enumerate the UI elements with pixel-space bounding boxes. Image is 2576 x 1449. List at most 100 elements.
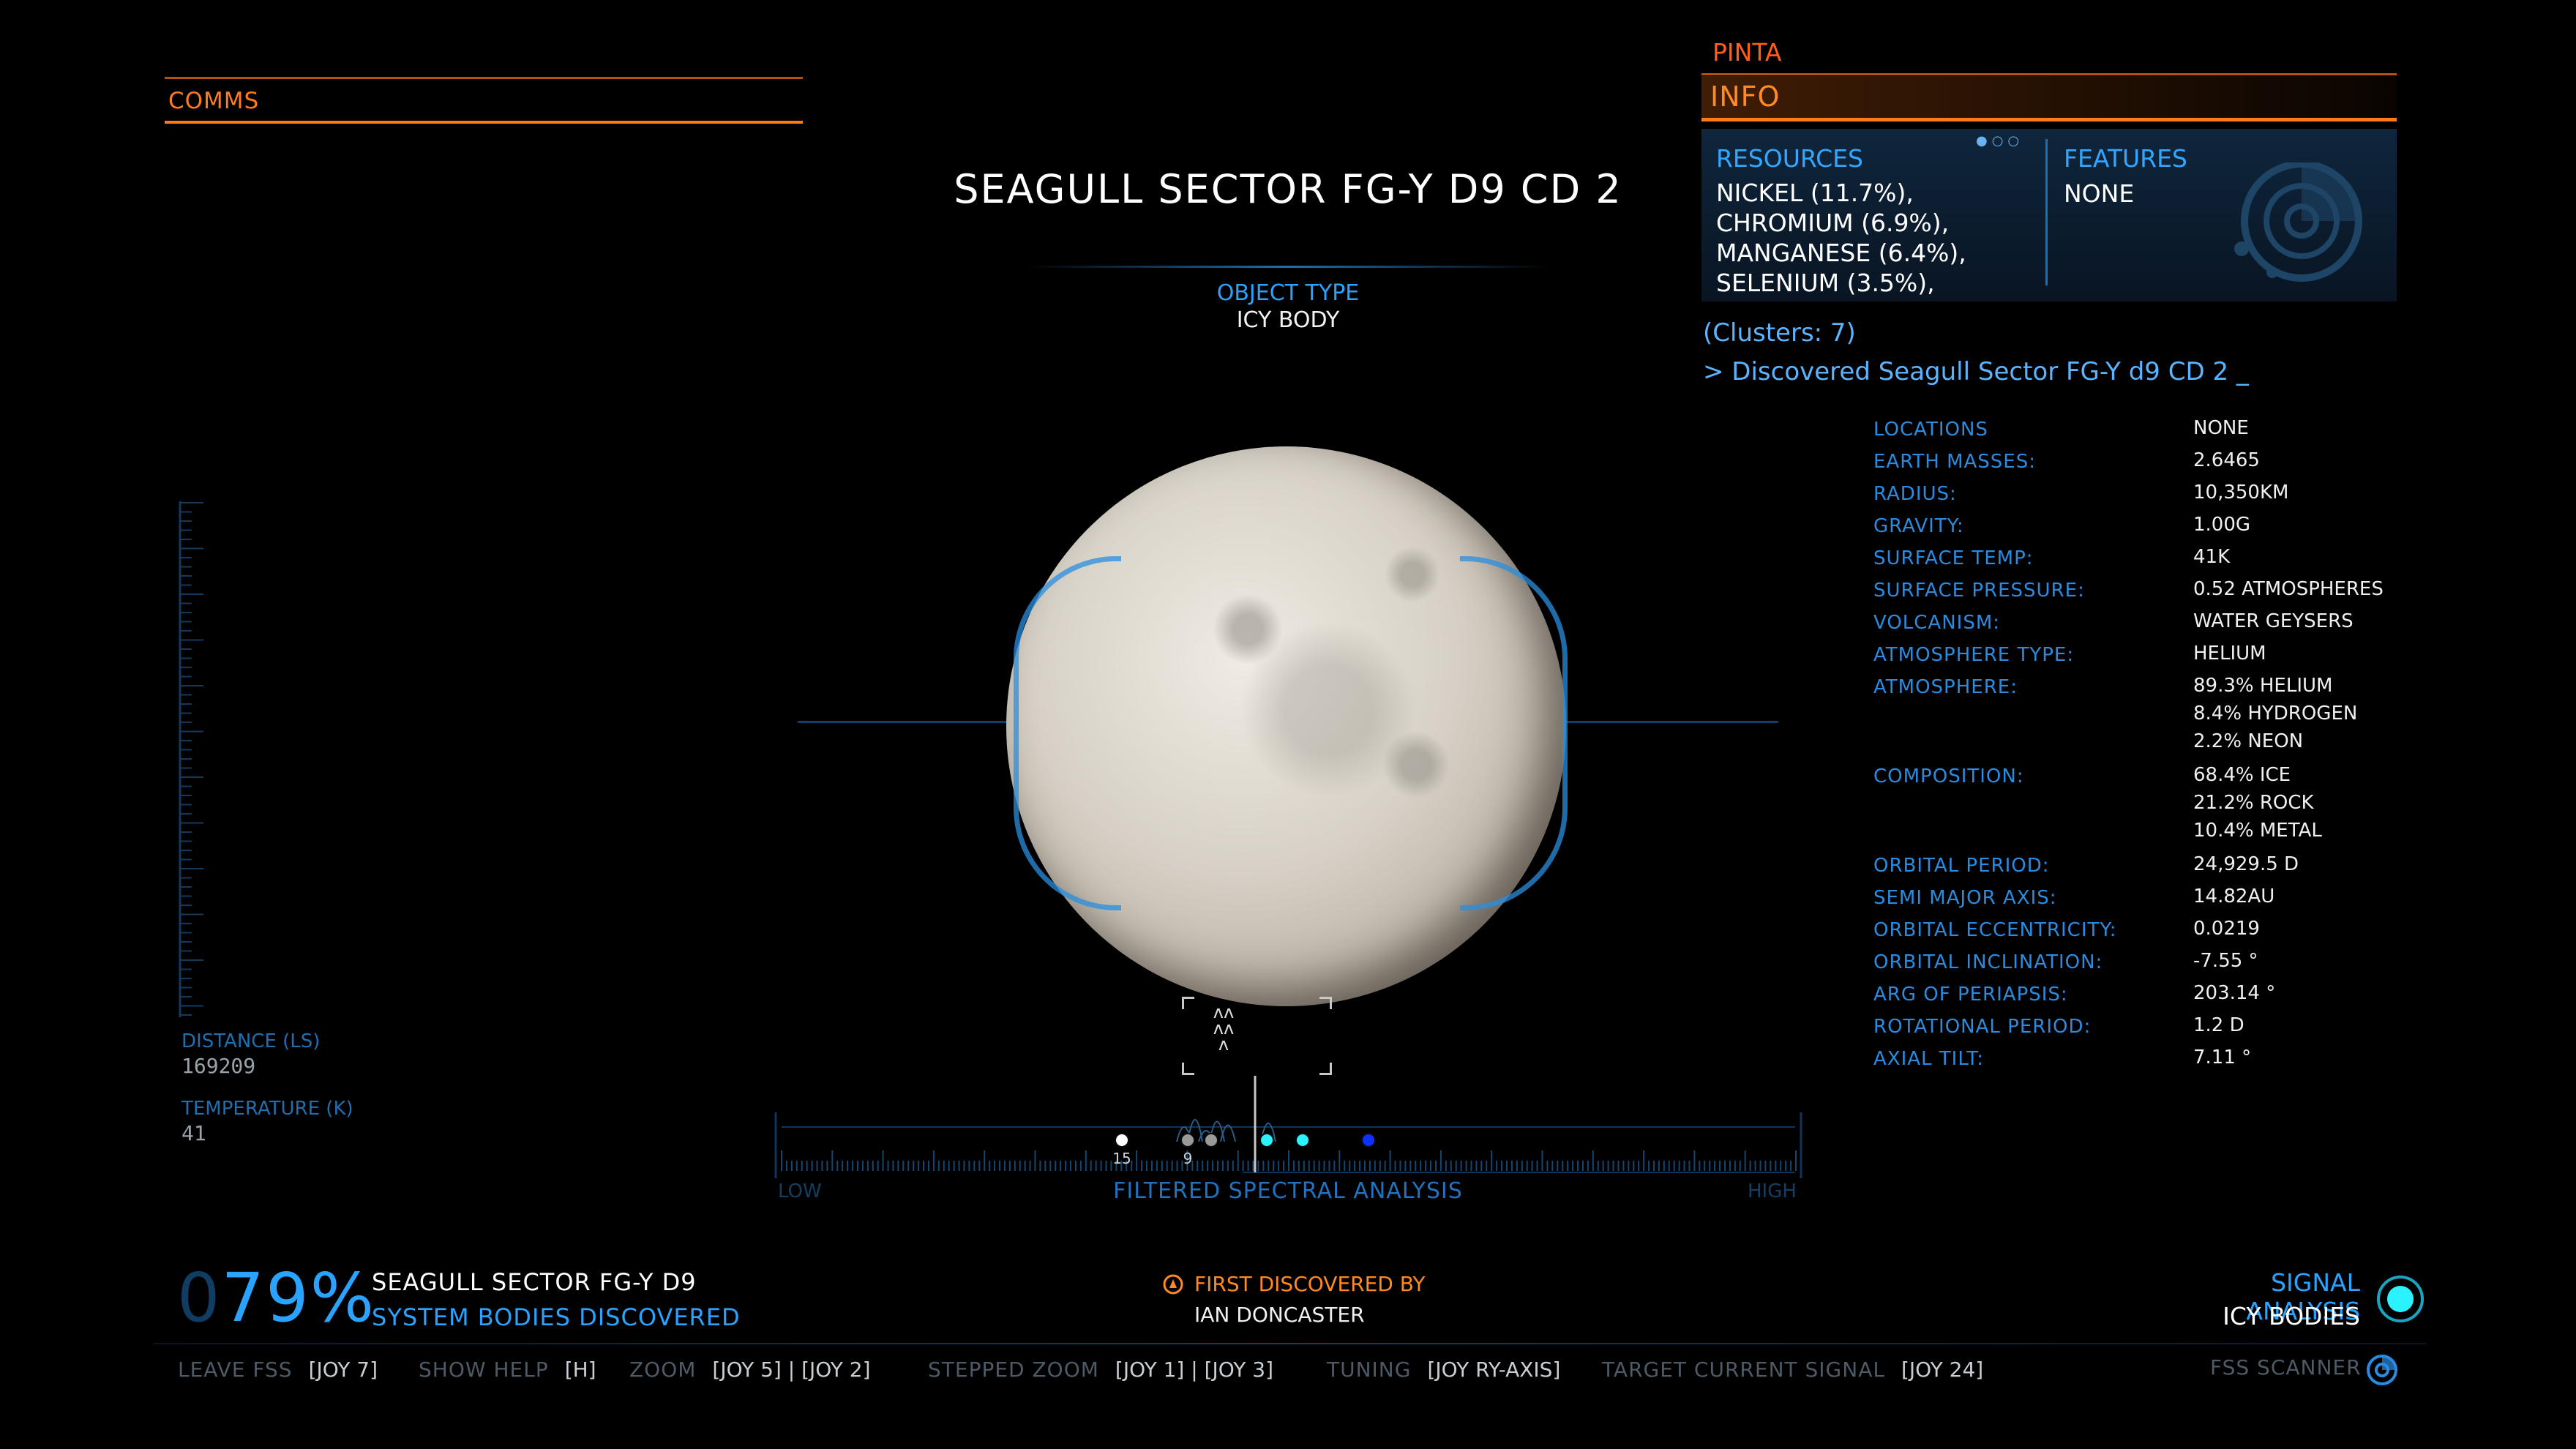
stat-label: ROTATIONAL PERIOD: (1873, 1016, 2092, 1038)
stat-value: 0.0219 (2193, 918, 2260, 940)
resources-divider (2045, 139, 2048, 285)
comms-top-rule (165, 77, 803, 79)
distance-value: 169209 (181, 1054, 256, 1078)
discovery-percentage: 079% (177, 1259, 375, 1337)
first-discovered-name: IAN DONCASTER (1194, 1303, 1365, 1327)
radar-icon (2234, 162, 2362, 282)
keybind-keys: [H] (564, 1358, 596, 1382)
bottom-divider (154, 1343, 2426, 1344)
stat-label: ORBITAL ECCENTRICITY: (1873, 919, 2117, 941)
keybind-keys: [JOY 24] (1901, 1358, 1984, 1382)
signal-marker (1361, 1133, 1376, 1147)
stat-value: 89.3% HELIUM 8.4% HYDROGEN 2.2% NEON (2193, 675, 2358, 752)
comms-bottom-rule (165, 121, 803, 124)
fss-scanner-label: FSS SCANNER (2210, 1355, 2362, 1379)
stat-label: AXIAL TILT: (1873, 1048, 1985, 1070)
object-type-label: OBJECT TYPE (1216, 280, 1360, 306)
ship-name: PINTA (1712, 38, 1782, 67)
stat-label: SEMI MAJOR AXIS: (1873, 887, 2057, 909)
spectral-low-label: LOW (778, 1180, 822, 1202)
info-top-rule (1701, 73, 2397, 75)
resource-item: CHROMIUM (6.9%), (1716, 209, 1950, 237)
signal-marker (1295, 1133, 1310, 1147)
percent-value: 79% (221, 1259, 376, 1337)
stat-value: 1.00G (2193, 514, 2251, 536)
crosshair-line-left (798, 721, 1025, 723)
stat-label: ATMOSPHERE: (1873, 676, 2018, 698)
keybind-show-help[interactable]: SHOW HELP [H] (419, 1358, 596, 1382)
discovery-log: > Discovered Seagull Sector FG-Y d9 CD 2… (1703, 357, 2249, 386)
resources-list: NICKEL (11.7%), CHROMIUM (6.9%), MANGANE… (1716, 178, 1966, 298)
comms-tab[interactable]: COMMS (168, 88, 259, 114)
stat-value: 14.82AU (2193, 886, 2275, 907)
signal-marker (1180, 1133, 1195, 1147)
stat-value: -7.55 ° (2193, 950, 2258, 972)
system-name: SEAGULL SECTOR FG-Y D9 (372, 1268, 697, 1296)
distance-label: DISTANCE (LS) (181, 1030, 321, 1052)
features-label: FEATURES (2064, 144, 2187, 173)
reticle-corner (1182, 997, 1194, 1009)
keybind-label: LEAVE FSS (178, 1358, 293, 1382)
distance-scale (179, 501, 203, 1017)
stat-value: 7.11 ° (2193, 1046, 2252, 1068)
features-value: NONE (2064, 179, 2135, 208)
keybind-tuning[interactable]: TUNING [JOY RY-AXIS] (1327, 1358, 1560, 1382)
stat-label: ORBITAL PERIOD: (1873, 855, 2050, 877)
crosshair-line-right (1551, 721, 1778, 723)
resource-item: MANGANESE (6.4%), (1716, 239, 1966, 267)
resource-item: NICKEL (11.7%), (1716, 179, 1914, 207)
stat-label: EARTH MASSES: (1873, 451, 2037, 473)
stat-value: 2.6465 (2193, 449, 2260, 471)
signal-marker-label: 15 (1112, 1150, 1131, 1167)
page-dots-icon[interactable]: ●○○ (1976, 133, 2023, 149)
stat-value: WATER GEYSERS (2193, 610, 2354, 632)
clusters-count: (Clusters: 7) (1703, 318, 1856, 348)
discoverer-icon (1163, 1274, 1183, 1295)
keybind-keys: [JOY 5] | [JOY 2] (712, 1358, 871, 1382)
stat-label: LOCATIONS (1873, 419, 1988, 441)
reticle-corner (1319, 997, 1332, 1009)
info-tab-background (1701, 76, 2397, 121)
percent-leading-digit: 0 (177, 1259, 222, 1337)
keybind-leave-fss[interactable]: LEAVE FSS [JOY 7] (178, 1358, 378, 1382)
keybind-stepped-zoom[interactable]: STEPPED ZOOM [JOY 1] | [JOY 3] (928, 1358, 1273, 1382)
stat-value: 10,350KM (2193, 482, 2289, 503)
stat-value: 203.14 ° (2193, 982, 2276, 1004)
signal-marker (1259, 1133, 1274, 1147)
keybind-target-signal[interactable]: TARGET CURRENT SIGNAL [JOY 24] (1602, 1358, 1983, 1382)
stat-label: ARG OF PERIAPSIS: (1873, 984, 2068, 1006)
stat-label: GRAVITY: (1873, 515, 1964, 537)
resource-item: SELENIUM (3.5%), (1716, 269, 1935, 297)
spectral-title: FILTERED SPECTRAL ANALYSIS (1113, 1178, 1463, 1204)
signal-analysis-value: ICY BODIES (2223, 1302, 2360, 1330)
signal-marker (1115, 1133, 1129, 1147)
signal-marker-label: 9 (1183, 1150, 1193, 1167)
stat-label: SURFACE PRESSURE: (1873, 580, 2085, 602)
stat-label: ORBITAL INCLINATION: (1873, 951, 2103, 973)
stat-label: COMPOSITION: (1873, 765, 2024, 787)
stat-label: RADIUS: (1873, 483, 1957, 505)
keybind-keys: [JOY 1] | [JOY 3] (1115, 1358, 1274, 1382)
keybind-label: SHOW HELP (419, 1358, 549, 1382)
target-arc-right (1460, 556, 1568, 910)
keybind-label: ZOOM (629, 1358, 697, 1382)
stat-value: 1.2 D (2193, 1014, 2244, 1036)
body-title: SEAGULL SECTOR FG-Y D9 CD 2 (954, 166, 1622, 212)
stat-label: VOLCANISM: (1873, 612, 2001, 634)
signal-dot-icon (2387, 1286, 2414, 1312)
keybind-label: TARGET CURRENT SIGNAL (1602, 1358, 1885, 1382)
keybind-keys: [JOY RY-AXIS] (1427, 1358, 1561, 1382)
object-type-value: ICY BODY (1236, 307, 1340, 333)
first-discovered-label: FIRST DISCOVERED BY (1194, 1272, 1426, 1296)
spectral-high-label: HIGH (1748, 1180, 1797, 1202)
stat-value: HELIUM (2193, 643, 2266, 664)
title-divider (1025, 266, 1551, 268)
signal-marker (1204, 1133, 1218, 1147)
target-arc-left (1014, 556, 1121, 910)
temperature-label: TEMPERATURE (K) (181, 1098, 353, 1120)
stat-label: ATMOSPHERE TYPE: (1873, 644, 2075, 666)
keybind-keys: [JOY 7] (308, 1358, 378, 1382)
keybind-label: STEPPED ZOOM (928, 1358, 1099, 1382)
info-tab[interactable]: INFO (1710, 80, 1780, 113)
keybind-zoom[interactable]: ZOOM [JOY 5] | [JOY 2] (629, 1358, 871, 1382)
